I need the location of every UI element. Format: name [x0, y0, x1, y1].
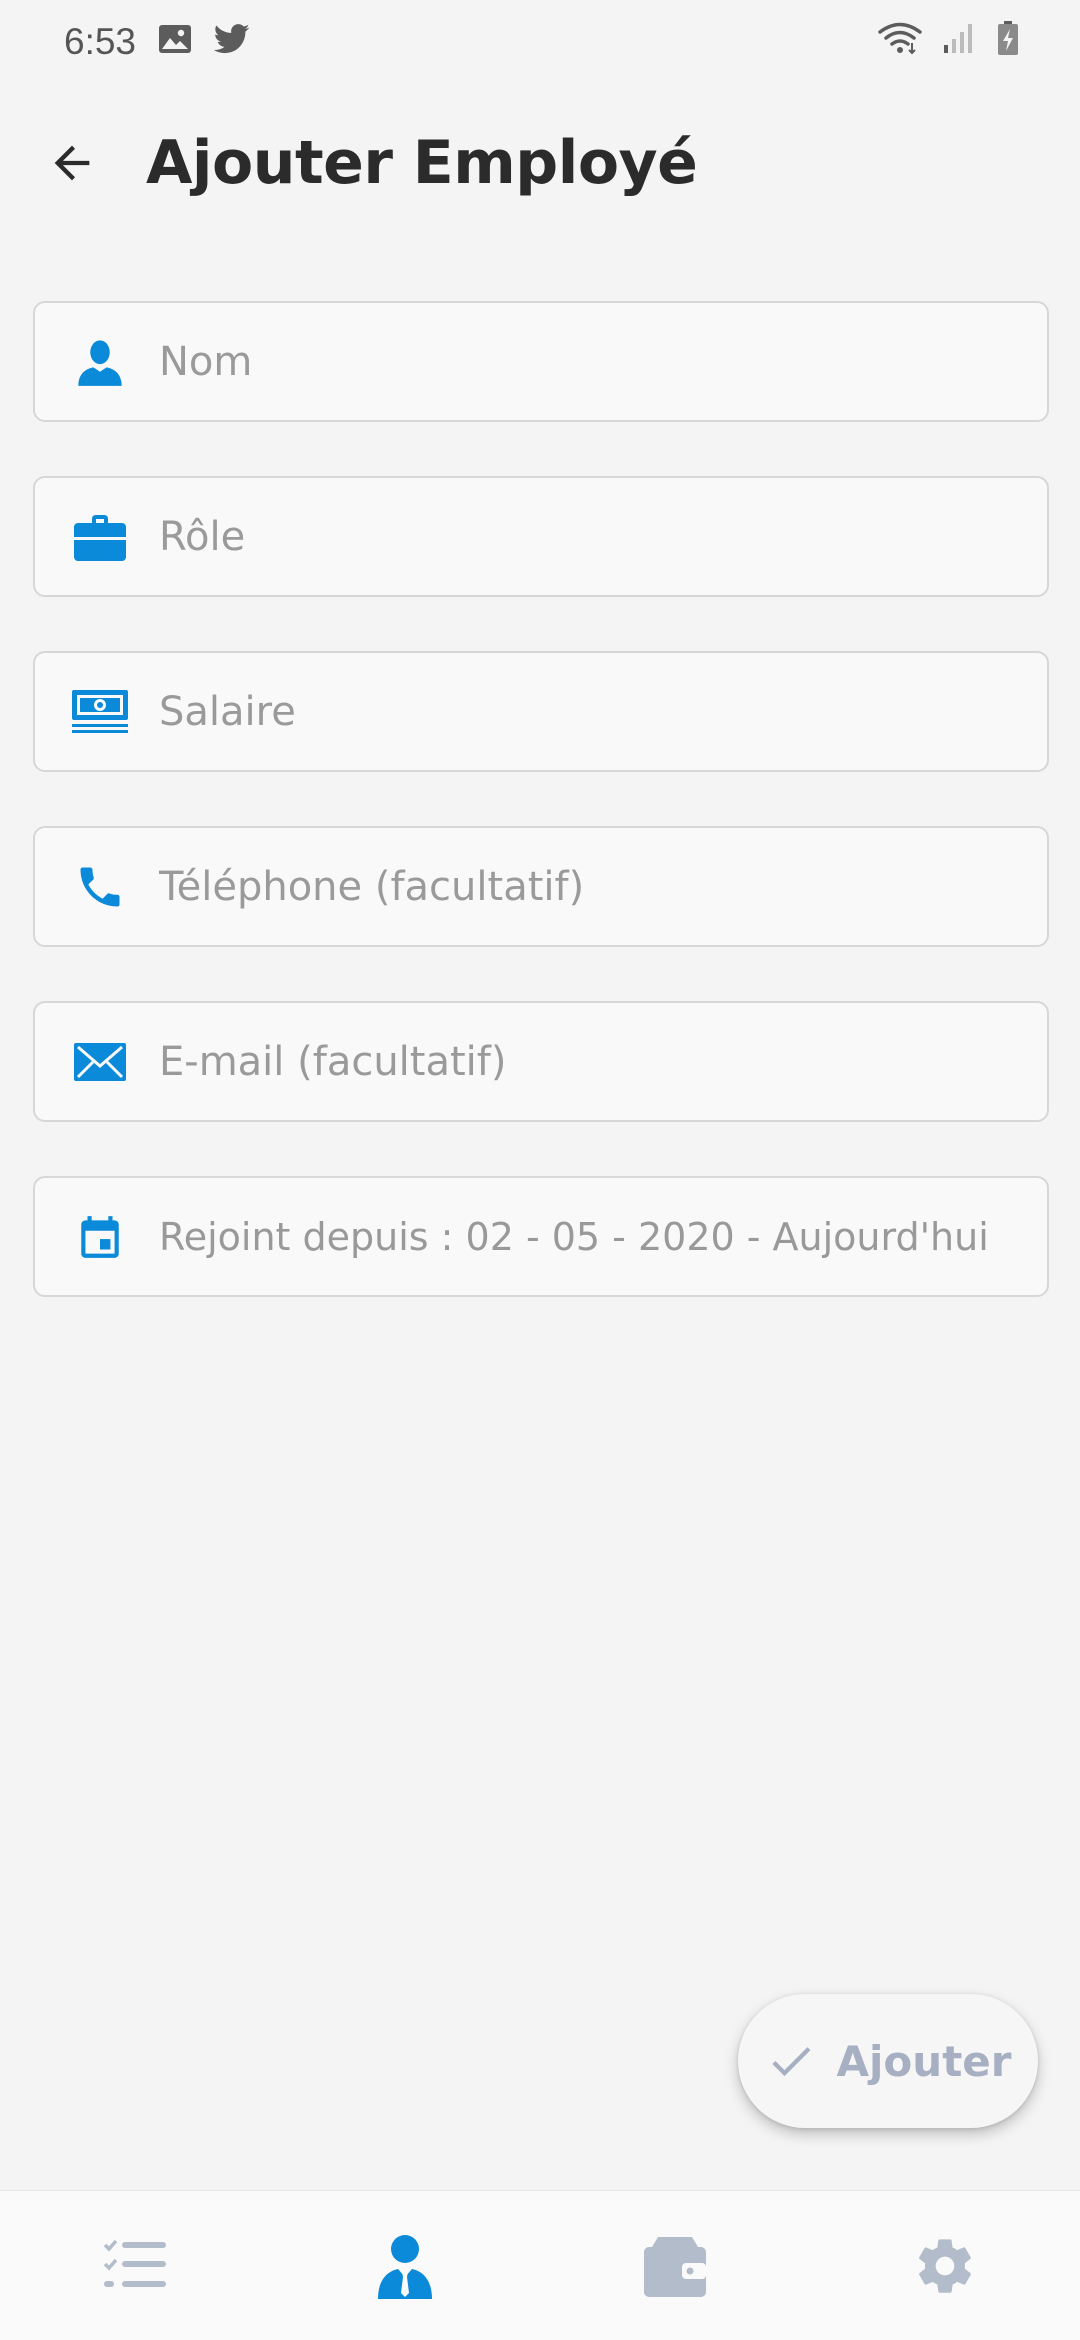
checklist-icon [103, 2239, 166, 2287]
wifi-icon [878, 21, 922, 64]
email-field[interactable] [33, 1001, 1049, 1122]
add-button-label: Ajouter [836, 2036, 1012, 2086]
status-left: 6:53 [64, 21, 250, 63]
name-field[interactable] [33, 301, 1049, 422]
phone-icon [69, 856, 131, 918]
back-button[interactable] [12, 110, 132, 216]
salary-input[interactable] [159, 671, 1023, 752]
page-title: Ajouter Employé [146, 128, 698, 198]
add-button[interactable]: Ajouter [738, 1994, 1038, 2128]
briefcase-icon [69, 506, 131, 568]
role-field[interactable] [33, 476, 1049, 597]
employee-form: Rejoint depuis : 02 - 05 - 2020 - Aujour… [33, 301, 1049, 1351]
bottom-nav [0, 2190, 1080, 2340]
salary-field[interactable] [33, 651, 1049, 772]
join-date-field[interactable]: Rejoint depuis : 02 - 05 - 2020 - Aujour… [33, 1176, 1049, 1297]
phone-field[interactable] [33, 826, 1049, 947]
app-bar: Ajouter Employé [0, 110, 1080, 216]
nav-item-tasks[interactable] [0, 2191, 270, 2340]
name-input[interactable] [159, 321, 1023, 402]
signal-icon [942, 21, 976, 64]
twitter-icon [213, 21, 250, 63]
email-input[interactable] [159, 1021, 1023, 1102]
battery-icon [996, 20, 1020, 65]
phone-input[interactable] [159, 846, 1023, 927]
money-icon [69, 681, 131, 743]
status-bar: 6:53 [0, 0, 1080, 84]
envelope-icon [69, 1031, 131, 1093]
nav-item-employees[interactable] [270, 2191, 540, 2340]
status-right [878, 20, 1020, 65]
arrow-left-icon [54, 145, 90, 181]
gear-icon [919, 2238, 971, 2293]
screen: 6:53 Ajouter Employé Nom Rôle Salaire Té… [0, 0, 1080, 2340]
gallery-icon [158, 21, 192, 63]
role-input[interactable] [159, 496, 1023, 577]
person-icon [69, 331, 131, 393]
nav-item-settings[interactable] [810, 2191, 1080, 2340]
employee-icon [378, 2234, 432, 2299]
nav-item-wallet[interactable] [540, 2191, 810, 2340]
status-time: 6:53 [64, 21, 137, 62]
wallet-icon [644, 2236, 706, 2297]
check-icon [771, 2047, 811, 2077]
calendar-icon [69, 1206, 131, 1268]
join-date-text: Rejoint depuis : 02 - 05 - 2020 - Aujour… [159, 1214, 989, 1259]
